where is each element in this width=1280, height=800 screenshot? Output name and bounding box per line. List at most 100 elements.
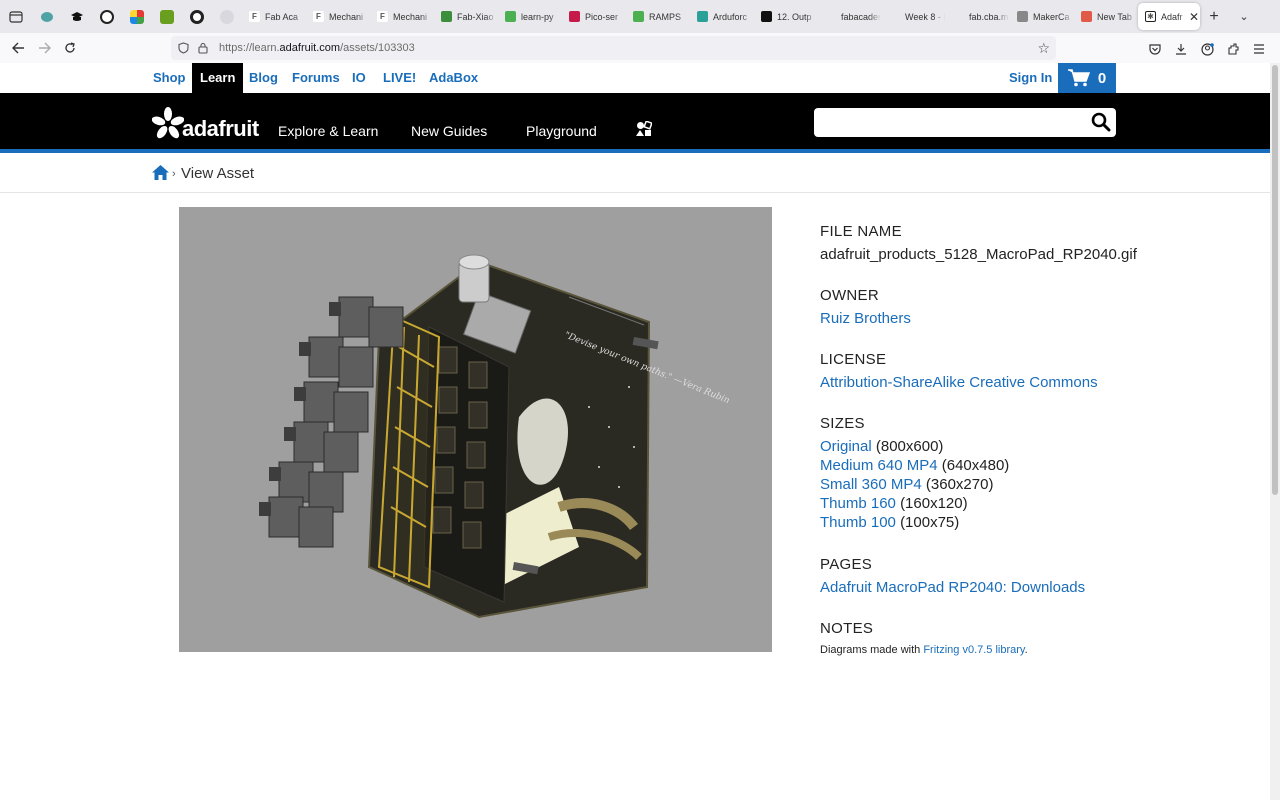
- pinned-tab-3[interactable]: [92, 0, 122, 33]
- tab-active[interactable]: ✱ Adafr ✕: [1138, 3, 1200, 30]
- nav-blog-link[interactable]: Blog: [249, 63, 278, 93]
- pinned-tab-5[interactable]: [152, 0, 182, 33]
- nav-adabox-link[interactable]: AdaBox: [429, 63, 478, 93]
- sign-in-link[interactable]: Sign In: [1009, 63, 1052, 93]
- url-path: /assets/103303: [340, 42, 415, 54]
- lock-icon[interactable]: [193, 42, 213, 54]
- tab-label: MakerCa: [1033, 11, 1070, 22]
- tab-favicon-icon: [633, 11, 644, 22]
- explore-learn-link[interactable]: Explore & Learn: [278, 123, 378, 139]
- top-navigation: Shop Learn Blog Forums IO LIVE! AdaBox S…: [0, 63, 1270, 93]
- search-box: [814, 108, 1116, 137]
- size-link-medium[interactable]: Medium 640 MP4: [820, 457, 938, 474]
- pinned-tab-1[interactable]: [32, 0, 62, 33]
- downloads-icon[interactable]: [1168, 36, 1194, 62]
- browser-tab[interactable]: Fab-Xiao: [434, 0, 498, 33]
- tab-label: fab.cba.mit.e: [969, 11, 1009, 22]
- nav-shop-link[interactable]: Shop: [153, 63, 186, 93]
- size-link-thumb-160[interactable]: Thumb 160: [820, 495, 896, 512]
- pinned-tab-2[interactable]: [62, 0, 92, 33]
- tab-list: F Fab Aca F Mechani F Mechani Fab-Xiao learn-py…: [242, 0, 1138, 33]
- browser-window: F Fab Aca F Mechani F Mechani Fab-Xiao learn-py…: [0, 0, 1280, 800]
- account-icon[interactable]: [1194, 36, 1220, 62]
- pinned-tab-7[interactable]: [212, 0, 242, 33]
- tab-favicon-icon: [505, 11, 516, 22]
- browser-tab[interactable]: Week 8 - Pr: [882, 0, 946, 33]
- tab-strip: F Fab Aca F Mechani F Mechani Fab-Xiao learn-py…: [0, 0, 1280, 33]
- pinned-tabs: [32, 0, 242, 33]
- shapes-icon[interactable]: [636, 120, 653, 142]
- browser-tab[interactable]: RAMPS: [626, 0, 690, 33]
- tab-favicon-icon: [761, 11, 772, 22]
- nav-io-link[interactable]: IO: [352, 63, 366, 93]
- fritzing-link[interactable]: Fritzing v0.7.5 library: [923, 644, 1024, 656]
- page-link[interactable]: Adafruit MacroPad RP2040: Downloads: [820, 579, 1085, 596]
- tab-label: Arduforc: [713, 11, 748, 22]
- browser-tab[interactable]: learn-py: [498, 0, 562, 33]
- owner-link[interactable]: Ruiz Brothers: [820, 310, 911, 327]
- browser-tab[interactable]: Pico-ser: [562, 0, 626, 33]
- tab-favicon-icon: F: [377, 11, 388, 22]
- scrollbar-thumb[interactable]: [1272, 65, 1278, 495]
- pinned-tab-4[interactable]: [122, 0, 152, 33]
- nav-learn-link[interactable]: Learn: [192, 63, 244, 93]
- cart-icon: [1067, 69, 1090, 87]
- list-all-tabs-icon[interactable]: ⌄: [1230, 0, 1258, 33]
- browser-tab[interactable]: Arduforc: [690, 0, 754, 33]
- nav-live-link[interactable]: LIVE!: [383, 63, 416, 93]
- tab-favicon-icon: [697, 11, 708, 22]
- browser-tab[interactable]: New Tab: [1074, 0, 1138, 33]
- pinned-tab-6[interactable]: [182, 0, 212, 33]
- shield-icon[interactable]: [173, 42, 193, 54]
- tab-favicon-icon: [441, 11, 452, 22]
- size-row: Medium 640 MP4 (640x480): [820, 457, 1009, 474]
- notes-label: NOTES: [820, 620, 874, 637]
- license-label: LICENSE: [820, 351, 887, 368]
- tab-favicon-icon: [889, 11, 900, 22]
- tab-label: Week 8 - Pr: [905, 11, 945, 22]
- adafruit-logo[interactable]: adafruit: [152, 107, 259, 140]
- size-dims: (100x75): [900, 514, 960, 531]
- browser-tab[interactable]: MakerCa: [1010, 0, 1074, 33]
- browser-tab[interactable]: F Mechani: [306, 0, 370, 33]
- search-input[interactable]: [814, 108, 1084, 137]
- close-tab-icon[interactable]: ✕: [1189, 10, 1199, 24]
- bookmark-star-icon[interactable]: ☆: [1037, 40, 1050, 57]
- playground-link[interactable]: Playground: [526, 123, 597, 139]
- forward-button[interactable]: [31, 35, 57, 61]
- browser-tab[interactable]: fab.cba.mit.e: [946, 0, 1010, 33]
- notes-suffix: .: [1024, 644, 1028, 656]
- tab-label: Pico-ser: [585, 11, 619, 22]
- search-icon[interactable]: [1091, 112, 1111, 137]
- size-row: Original (800x600): [820, 438, 943, 455]
- url-text: https://learn.adafruit.com/assets/103303: [219, 42, 415, 54]
- pocket-icon[interactable]: [1142, 36, 1168, 62]
- size-link-thumb-100[interactable]: Thumb 100: [820, 514, 896, 531]
- browser-tab[interactable]: fabacademy: [818, 0, 882, 33]
- browser-tab[interactable]: F Mechani: [370, 0, 434, 33]
- navigation-toolbar: https://learn.adafruit.com/assets/103303…: [0, 33, 1280, 63]
- notes-text: Diagrams made with Fritzing v0.7.5 libra…: [820, 644, 1028, 656]
- reload-button[interactable]: [57, 35, 83, 61]
- tab-favicon-icon: [1081, 11, 1092, 22]
- cart-button[interactable]: 0: [1058, 63, 1116, 93]
- file-name-label: FILE NAME: [820, 223, 902, 240]
- new-guides-link[interactable]: New Guides: [411, 123, 487, 139]
- extensions-icon[interactable]: [1220, 36, 1246, 62]
- browser-tab[interactable]: F Fab Aca: [242, 0, 306, 33]
- page-scrollbar[interactable]: [1270, 63, 1280, 800]
- size-dims: (360x270): [925, 476, 994, 493]
- new-tab-button[interactable]: +: [1200, 0, 1228, 33]
- address-bar[interactable]: https://learn.adafruit.com/assets/103303…: [171, 36, 1056, 60]
- tab-overview-icon[interactable]: [0, 0, 32, 33]
- url-prefix: https://learn.: [219, 42, 280, 54]
- menu-icon[interactable]: [1246, 36, 1272, 62]
- size-link-original[interactable]: Original: [820, 438, 872, 455]
- nav-forums-link[interactable]: Forums: [292, 63, 340, 93]
- back-button[interactable]: [5, 35, 31, 61]
- license-link[interactable]: Attribution-ShareAlike Creative Commons: [820, 374, 1098, 391]
- size-link-small[interactable]: Small 360 MP4: [820, 476, 922, 493]
- home-icon[interactable]: [152, 165, 169, 185]
- web-page: Shop Learn Blog Forums IO LIVE! AdaBox S…: [0, 63, 1270, 800]
- browser-tab[interactable]: 12. Outp: [754, 0, 818, 33]
